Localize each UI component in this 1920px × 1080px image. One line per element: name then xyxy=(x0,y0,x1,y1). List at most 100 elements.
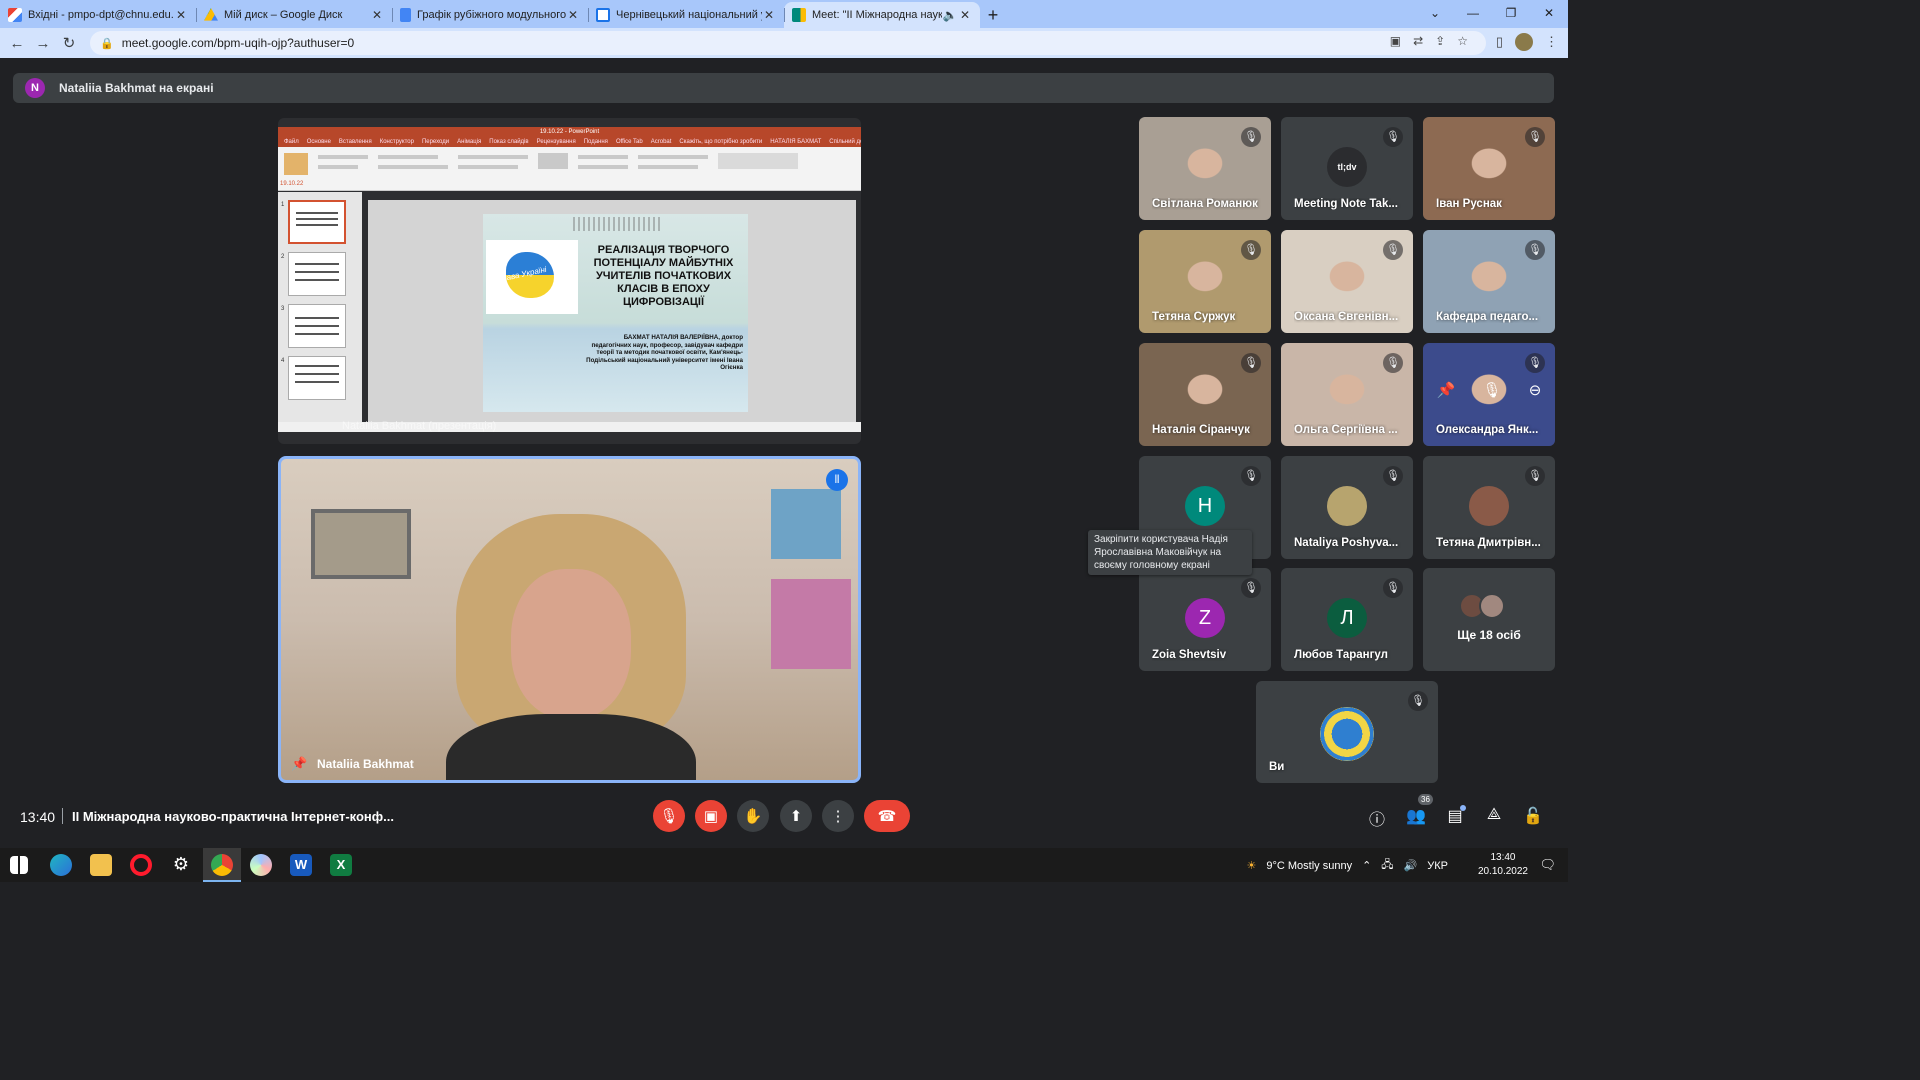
close-tab-icon[interactable]: ✕ xyxy=(958,8,972,22)
participant-tile[interactable]: 🎙︎ Іван Руснак xyxy=(1423,117,1555,220)
mic-toggle-button[interactable]: 🎙︎ xyxy=(653,800,685,832)
restore-button[interactable]: ❐ xyxy=(1492,0,1530,28)
taskbar-clock[interactable]: 13:40 20.10.2022 xyxy=(1478,851,1528,879)
meeting-info-icon[interactable]: ⓘ xyxy=(1365,806,1389,830)
pin-icon[interactable]: 📌 xyxy=(1437,381,1456,399)
participant-tile[interactable]: 🎙︎ Ольга Сергіївна ... xyxy=(1281,343,1413,446)
word-icon[interactable]: W xyxy=(290,854,312,876)
chrome-icon[interactable] xyxy=(211,854,233,876)
profile-avatar[interactable] xyxy=(1515,33,1533,51)
ribbon-tab[interactable]: Office Tab xyxy=(616,137,643,147)
participant-tile[interactable]: 🎙︎ Nataliya Poshyva... xyxy=(1281,456,1413,559)
participant-tile[interactable]: 🎙︎ Тетяна Суржук xyxy=(1139,230,1271,333)
participant-tile[interactable]: Л 🎙︎ Любов Тарангул xyxy=(1281,568,1413,671)
slide-thumbnail[interactable] xyxy=(288,200,346,244)
people-icon[interactable]: 👥 xyxy=(1404,806,1428,826)
close-window-button[interactable]: ✕ xyxy=(1530,0,1568,28)
share-icon[interactable]: ⇪ xyxy=(1435,34,1445,48)
ribbon-tab[interactable]: Вставлення xyxy=(339,137,372,147)
ribbon-tab[interactable]: Файл xyxy=(284,137,299,147)
self-tile[interactable]: 🎙︎ Ви xyxy=(1256,681,1438,783)
leave-call-button[interactable]: ☎ xyxy=(864,800,910,832)
camera-blocked-icon[interactable]: ▣ xyxy=(1390,34,1401,48)
camera-toggle-button[interactable]: ▣ xyxy=(695,800,727,832)
windows-start-icon[interactable] xyxy=(10,856,28,874)
ribbon-tab[interactable]: Подання xyxy=(584,137,608,147)
new-tab-button[interactable]: + xyxy=(980,2,1006,28)
close-tab-icon[interactable]: ✕ xyxy=(370,8,384,22)
host-controls-icon[interactable]: 🔓 xyxy=(1521,806,1545,826)
raise-hand-button[interactable]: ✋ xyxy=(737,800,769,832)
participant-tile[interactable]: 🎙︎ Кафедра педаго... xyxy=(1423,230,1555,333)
ribbon-tab[interactable]: Переходи xyxy=(422,137,449,147)
slide-thumbnail[interactable] xyxy=(288,252,346,296)
file-explorer-icon[interactable] xyxy=(90,854,112,876)
tab-search-icon[interactable]: ⌄ xyxy=(1416,0,1454,28)
wall-picture xyxy=(311,509,411,579)
back-icon[interactable]: ← xyxy=(4,35,30,52)
browser-tab-active[interactable]: Meet: "ІІ Міжнародна науко 🔈 ✕ xyxy=(784,2,980,28)
participant-tile[interactable]: 🎙︎ Наталія Сіранчук xyxy=(1139,343,1271,446)
photos-icon[interactable] xyxy=(250,854,272,876)
participant-tile[interactable]: tl;dv 🎙︎ Meeting Note Tak... xyxy=(1281,117,1413,220)
settings-gear-icon[interactable]: ⚙ xyxy=(170,854,192,876)
lock-icon[interactable]: 🔒 xyxy=(100,37,114,50)
pin-icon[interactable]: 📌 xyxy=(291,756,307,772)
weather-text[interactable]: 9°C Mostly sunny xyxy=(1266,860,1352,872)
ribbon-tab[interactable]: Основне xyxy=(307,137,331,147)
tab-title: Meet: "ІІ Міжнародна науко xyxy=(812,9,942,21)
more-options-button[interactable]: ⋮ xyxy=(822,800,854,832)
ribbon-tab[interactable]: Конструктор xyxy=(380,137,414,147)
ribbon-tab[interactable]: НАТАЛІЯ БАХМАТ xyxy=(770,137,821,147)
browser-tab[interactable]: Графік рубіжного модульного к ✕ xyxy=(392,2,588,28)
slide-thumbnail[interactable] xyxy=(288,356,346,400)
edge-icon[interactable] xyxy=(50,854,72,876)
active-speaker-tile[interactable]: ⦀ 📌 Nataliia Bakhmat xyxy=(278,456,861,783)
browser-tab[interactable]: Чернівецький національний ун ✕ xyxy=(588,2,784,28)
minimize-button[interactable]: — xyxy=(1454,0,1492,28)
reload-icon[interactable]: ↻ xyxy=(56,34,82,52)
excel-icon[interactable]: X xyxy=(330,854,352,876)
participant-avatar: Z xyxy=(1185,598,1225,638)
participant-tile[interactable]: Z 🎙︎ Zoia Shevtsiv xyxy=(1139,568,1271,671)
network-icon[interactable]: 🖧 xyxy=(1381,856,1393,875)
ribbon-tab[interactable]: Acrobat xyxy=(651,137,672,147)
opera-icon[interactable] xyxy=(130,854,152,876)
bookmark-star-icon[interactable]: ☆ xyxy=(1457,34,1468,48)
wall-picture xyxy=(771,489,841,559)
remove-icon[interactable]: ⊖ xyxy=(1529,381,1542,399)
participant-tile[interactable]: Ще 18 осіб xyxy=(1423,568,1555,671)
ribbon-tab[interactable]: Спільний доступ xyxy=(829,137,861,147)
weather-icon[interactable]: ☀ xyxy=(1246,859,1256,872)
slide-thumbnail[interactable] xyxy=(288,304,346,348)
forward-icon[interactable]: → xyxy=(30,35,56,52)
close-tab-icon[interactable]: ✕ xyxy=(762,8,776,22)
chevron-up-icon[interactable]: ⌃ xyxy=(1362,859,1371,872)
address-bar[interactable]: 🔒 meet.google.com/bpm-uqih-ojp?authuser=… xyxy=(90,31,1486,55)
ukraine-map-image xyxy=(486,240,578,314)
browser-tab[interactable]: Мій диск – Google Диск ✕ xyxy=(196,2,392,28)
chrome-menu-icon[interactable]: ⋮ xyxy=(1545,34,1558,50)
side-panel-icon[interactable]: ▯ xyxy=(1496,34,1503,50)
participant-name: Світлана Романюк xyxy=(1152,198,1258,210)
browser-tab[interactable]: Вхідні - pmpo-dpt@chnu.edu.ua ✕ xyxy=(0,2,196,28)
participant-tile[interactable]: 🎙︎ Оксана Євгенівн... xyxy=(1281,230,1413,333)
present-button[interactable]: ⬆ xyxy=(780,800,812,832)
ribbon-tab[interactable]: Скажіть, що потрібно зробити xyxy=(679,137,762,147)
close-tab-icon[interactable]: ✕ xyxy=(174,8,188,22)
language-indicator[interactable]: УКР xyxy=(1427,860,1448,872)
volume-icon[interactable]: 🔊 xyxy=(1404,859,1418,872)
activities-icon[interactable]: ⟁ xyxy=(1482,806,1506,824)
close-tab-icon[interactable]: ✕ xyxy=(566,8,580,22)
mute-icon[interactable]: 🎙︎ xyxy=(1483,381,1502,399)
ribbon-tab[interactable]: Анімація xyxy=(457,137,481,147)
speaker-audio-icon[interactable]: 🔈 xyxy=(942,8,958,22)
ribbon-tab[interactable]: Показ слайдів xyxy=(489,137,528,147)
participant-tile[interactable]: 🎙︎ Тетяна Дмитрівн... xyxy=(1423,456,1555,559)
presentation-tile[interactable]: 19.10.22 - PowerPoint Файл Основне Вставле… xyxy=(278,118,861,444)
translate-icon[interactable]: ⇄ xyxy=(1413,34,1423,48)
ribbon-tab[interactable]: Рецензування xyxy=(537,137,576,147)
participant-tile[interactable]: 🎙︎ Світлана Романюк xyxy=(1139,117,1271,220)
participant-tile[interactable]: 🎙︎ 📌 🎙︎ ⊖ Олександра Янк... xyxy=(1423,343,1555,446)
notifications-icon[interactable]: 🗨 xyxy=(1539,857,1556,873)
